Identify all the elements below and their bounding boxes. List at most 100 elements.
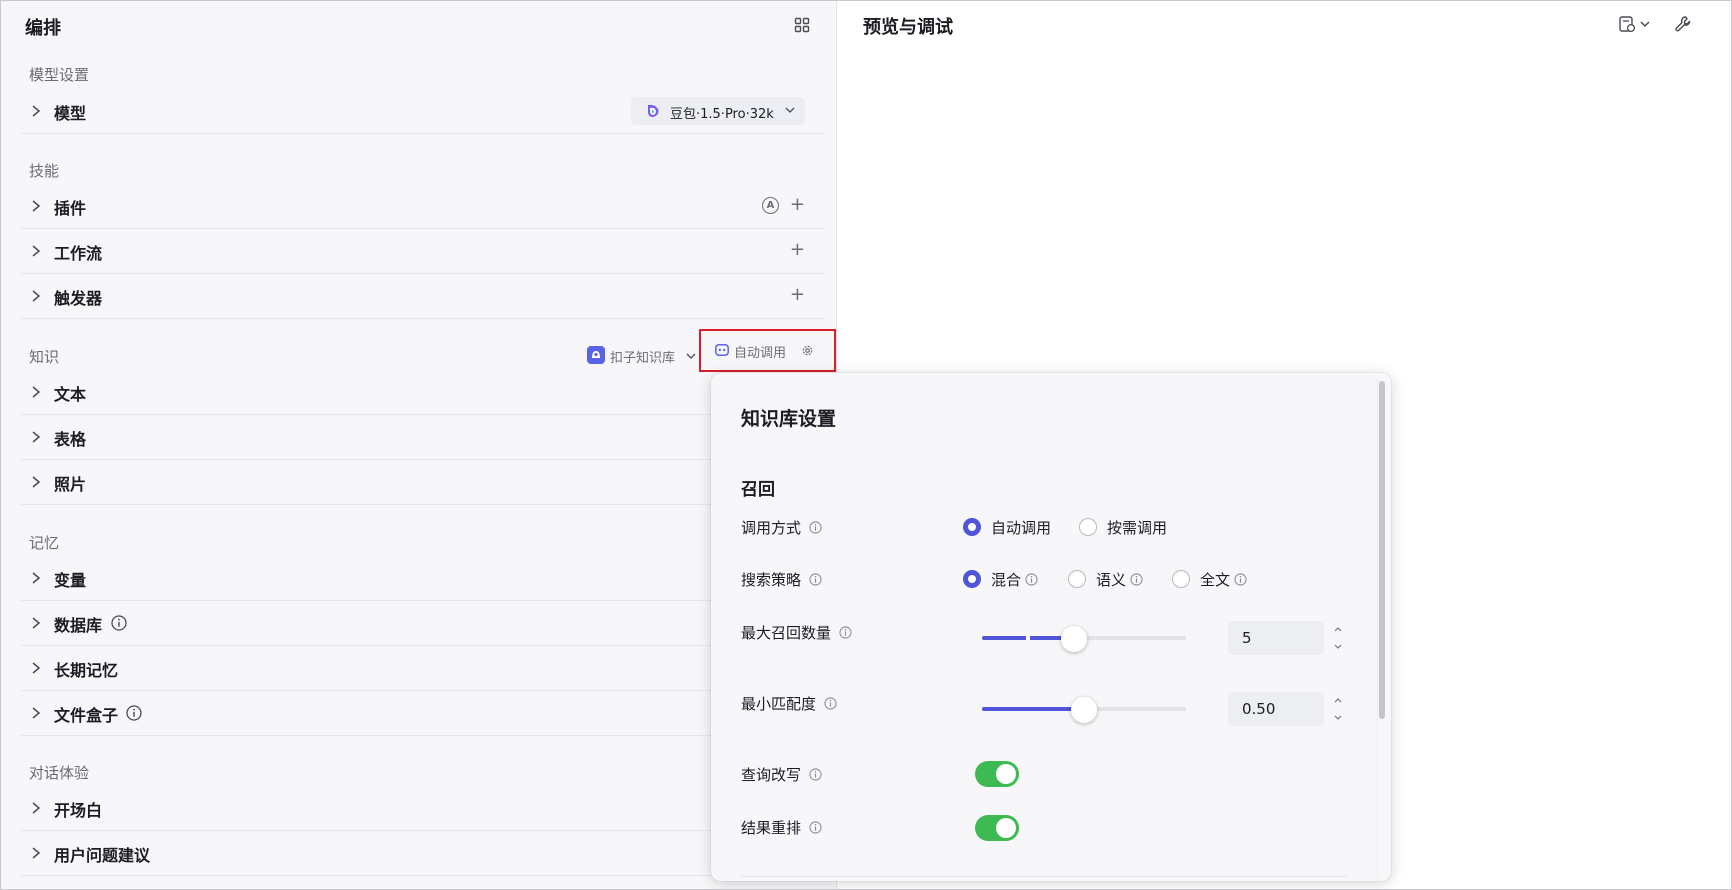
radio-dot <box>1079 518 1097 536</box>
min-match-label: 最小匹配度 <box>741 693 837 714</box>
info-icon[interactable] <box>824 697 837 710</box>
chevron-right-icon <box>32 200 41 212</box>
row-label: 文件盒子 <box>54 706 119 725</box>
row-question-suggestions[interactable]: 用户问题建议 <box>21 831 825 876</box>
chevron-right-icon <box>32 431 41 443</box>
auto-call-label: 自动调用 <box>734 346 787 361</box>
chevron-right-icon <box>32 386 41 398</box>
max-recall-label-text: 最大召回数量 <box>741 624 832 642</box>
radio-label: 语义 <box>1096 569 1143 590</box>
section-recall-title: 召回 <box>741 480 775 500</box>
radio-dot <box>1172 570 1190 588</box>
search-strategy-label: 搜索策略 <box>741 569 822 590</box>
row-variable[interactable]: 变量 <box>21 556 825 601</box>
row-label: 插件 <box>54 199 87 218</box>
radio-label-text: 全文 <box>1200 571 1231 589</box>
row-database[interactable]: 数据库 <box>21 601 825 646</box>
robot-icon <box>715 344 729 356</box>
model-name: 豆包·1.5·Pro·32k <box>670 107 774 122</box>
result-rerank-label: 结果重排 <box>741 817 822 838</box>
toggle-knob <box>996 764 1016 784</box>
max-recall-stepper-icon[interactable] <box>1332 623 1344 653</box>
info-icon[interactable] <box>809 573 822 586</box>
radio-label: 按需调用 <box>1107 519 1168 537</box>
min-match-label-text: 最小匹配度 <box>741 695 817 713</box>
query-rewrite-label: 查询改写 <box>741 764 822 785</box>
radio-label: 自动调用 <box>991 519 1052 537</box>
radio-dot <box>963 570 981 588</box>
row-label: 变量 <box>54 571 87 590</box>
model-select[interactable]: 豆包·1.5·Pro·32k <box>631 97 805 125</box>
row-file-box[interactable]: 文件盒子 <box>21 691 825 736</box>
min-match-value: 0.50 <box>1242 700 1276 718</box>
info-icon[interactable] <box>111 615 127 631</box>
gear-icon <box>802 345 813 356</box>
min-match-input[interactable]: 0.50 <box>1228 692 1324 726</box>
group-model-settings: 模型设置 <box>29 66 90 84</box>
row-label: 表格 <box>54 430 87 449</box>
auto-call-mode-button[interactable]: 自动调用 <box>699 329 836 372</box>
info-icon[interactable] <box>839 626 852 639</box>
add-plugin-button[interactable]: + <box>790 196 805 214</box>
max-recall-input[interactable]: 5 <box>1228 621 1324 655</box>
info-icon[interactable] <box>1130 573 1143 586</box>
kb-source-name: 扣子知识库 <box>610 351 676 366</box>
chevron-right-icon <box>32 476 41 488</box>
row-label: 文本 <box>54 385 87 404</box>
call-method-label: 调用方式 <box>741 517 822 538</box>
scrollbar-thumb[interactable] <box>1379 381 1385 719</box>
chevron-right-icon <box>32 847 41 859</box>
chevron-right-icon <box>32 245 41 257</box>
info-icon[interactable] <box>809 521 822 534</box>
info-icon[interactable] <box>1025 573 1038 586</box>
preview-title: 预览与调试 <box>863 17 953 38</box>
max-recall-slider[interactable] <box>982 626 1186 652</box>
row-long-term-memory[interactable]: 长期记忆 <box>21 646 825 691</box>
row-plugin[interactable]: 插件 A + <box>21 184 825 229</box>
divider <box>741 876 1347 877</box>
chevron-right-icon <box>32 290 41 302</box>
toggle-knob <box>996 818 1016 838</box>
min-match-stepper-icon[interactable] <box>1332 694 1344 724</box>
row-kb-table[interactable]: 表格 <box>21 415 825 460</box>
group-memory: 记忆 <box>29 534 60 552</box>
info-icon[interactable] <box>809 821 822 834</box>
wrench-icon[interactable] <box>1674 15 1692 33</box>
knowledge-base-logo-icon <box>587 346 605 364</box>
info-icon[interactable] <box>1234 573 1247 586</box>
result-rerank-label-text: 结果重排 <box>741 819 802 837</box>
chevron-right-icon <box>32 707 41 719</box>
row-label: 数据库 <box>54 616 103 635</box>
layout-grid-icon[interactable] <box>794 17 810 33</box>
debug-history-icon[interactable] <box>1619 15 1653 33</box>
min-match-slider[interactable] <box>982 697 1186 723</box>
radio-dot <box>1068 570 1086 588</box>
chevron-right-icon <box>32 802 41 814</box>
radio-label: 混合 <box>991 569 1038 590</box>
slider-knob[interactable] <box>1071 697 1097 723</box>
row-label: 用户问题建议 <box>54 846 151 865</box>
row-label: 工作流 <box>54 244 103 263</box>
row-kb-text[interactable]: 文本 <box>21 370 825 415</box>
row-model[interactable]: 模型 豆包·1.5·Pro·32k <box>21 89 825 134</box>
row-workflow[interactable]: 工作流 + <box>21 229 825 274</box>
radio-label-text: 语义 <box>1096 571 1127 589</box>
add-trigger-button[interactable]: + <box>790 286 805 304</box>
chevron-right-icon <box>32 572 41 584</box>
row-kb-photo[interactable]: 照片 <box>21 460 825 505</box>
info-icon[interactable] <box>126 705 142 721</box>
slider-knob[interactable] <box>1060 626 1087 652</box>
query-rewrite-toggle[interactable] <box>975 761 1019 787</box>
row-opening[interactable]: 开场白 <box>21 786 825 831</box>
max-recall-value: 5 <box>1242 629 1252 647</box>
info-icon[interactable] <box>809 768 822 781</box>
row-trigger[interactable]: 触发器 + <box>21 274 825 319</box>
kb-settings-popover: 知识库设置 召回 调用方式 自动调用 按需调用 搜索策略 混合 语义 全文 最大… <box>711 373 1391 881</box>
result-rerank-toggle[interactable] <box>975 815 1019 841</box>
auto-plugin-badge-icon[interactable]: A <box>762 197 779 214</box>
row-label: 长期记忆 <box>54 661 119 680</box>
row-label: 照片 <box>54 475 87 494</box>
slider-tick-mark <box>1026 636 1030 640</box>
radio-label-text: 混合 <box>991 571 1022 589</box>
add-workflow-button[interactable]: + <box>790 241 805 259</box>
